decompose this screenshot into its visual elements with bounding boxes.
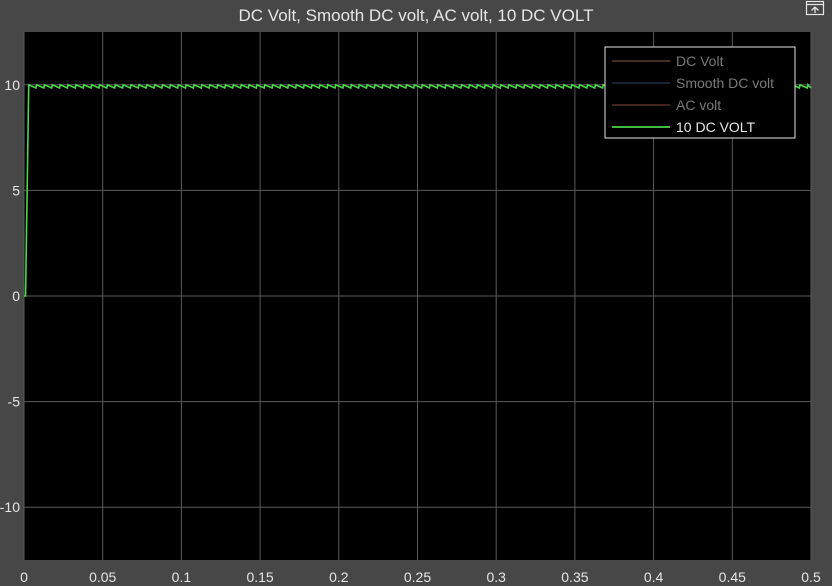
x-tick-label: 0.1 [172,569,192,585]
y-tick-label: -5 [8,394,21,410]
x-tick-label: 0 [20,569,28,585]
x-tick-labels: 0 0.05 0.1 0.15 0.2 0.25 0.3 0.35 0.4 0.45 0.5 [20,569,821,585]
x-tick-label: 0.25 [404,569,431,585]
y-tick-label: 5 [12,182,20,198]
legend-label[interactable]: Smooth DC volt [676,75,774,91]
x-tick-label: 0.5 [801,569,821,585]
legend-label[interactable]: DC Volt [676,53,724,69]
x-tick-label: 0.15 [246,569,273,585]
y-tick-label: 0 [12,288,20,304]
scope-window: DC Volt, Smooth DC volt, AC volt, 10 DC … [0,0,832,586]
y-tick-label: 10 [4,77,20,93]
y-tick-label: -10 [0,499,20,515]
y-tick-labels: -10 -5 0 5 10 [0,77,20,515]
legend-label[interactable]: AC volt [676,97,721,113]
legend-label[interactable]: 10 DC VOLT [676,119,756,135]
x-tick-label: 0.35 [561,569,588,585]
x-tick-label: 0.45 [719,569,746,585]
x-tick-label: 0.2 [329,569,349,585]
x-tick-label: 0.4 [644,569,664,585]
x-tick-label: 0.3 [486,569,506,585]
plot-svg: 0 0.05 0.1 0.15 0.2 0.25 0.3 0.35 0.4 0.45 0.5 -10… [0,32,821,585]
legend[interactable]: DC Volt Smooth DC volt AC volt 10 DC VOLT [604,46,796,139]
x-tick-label: 0.05 [89,569,116,585]
